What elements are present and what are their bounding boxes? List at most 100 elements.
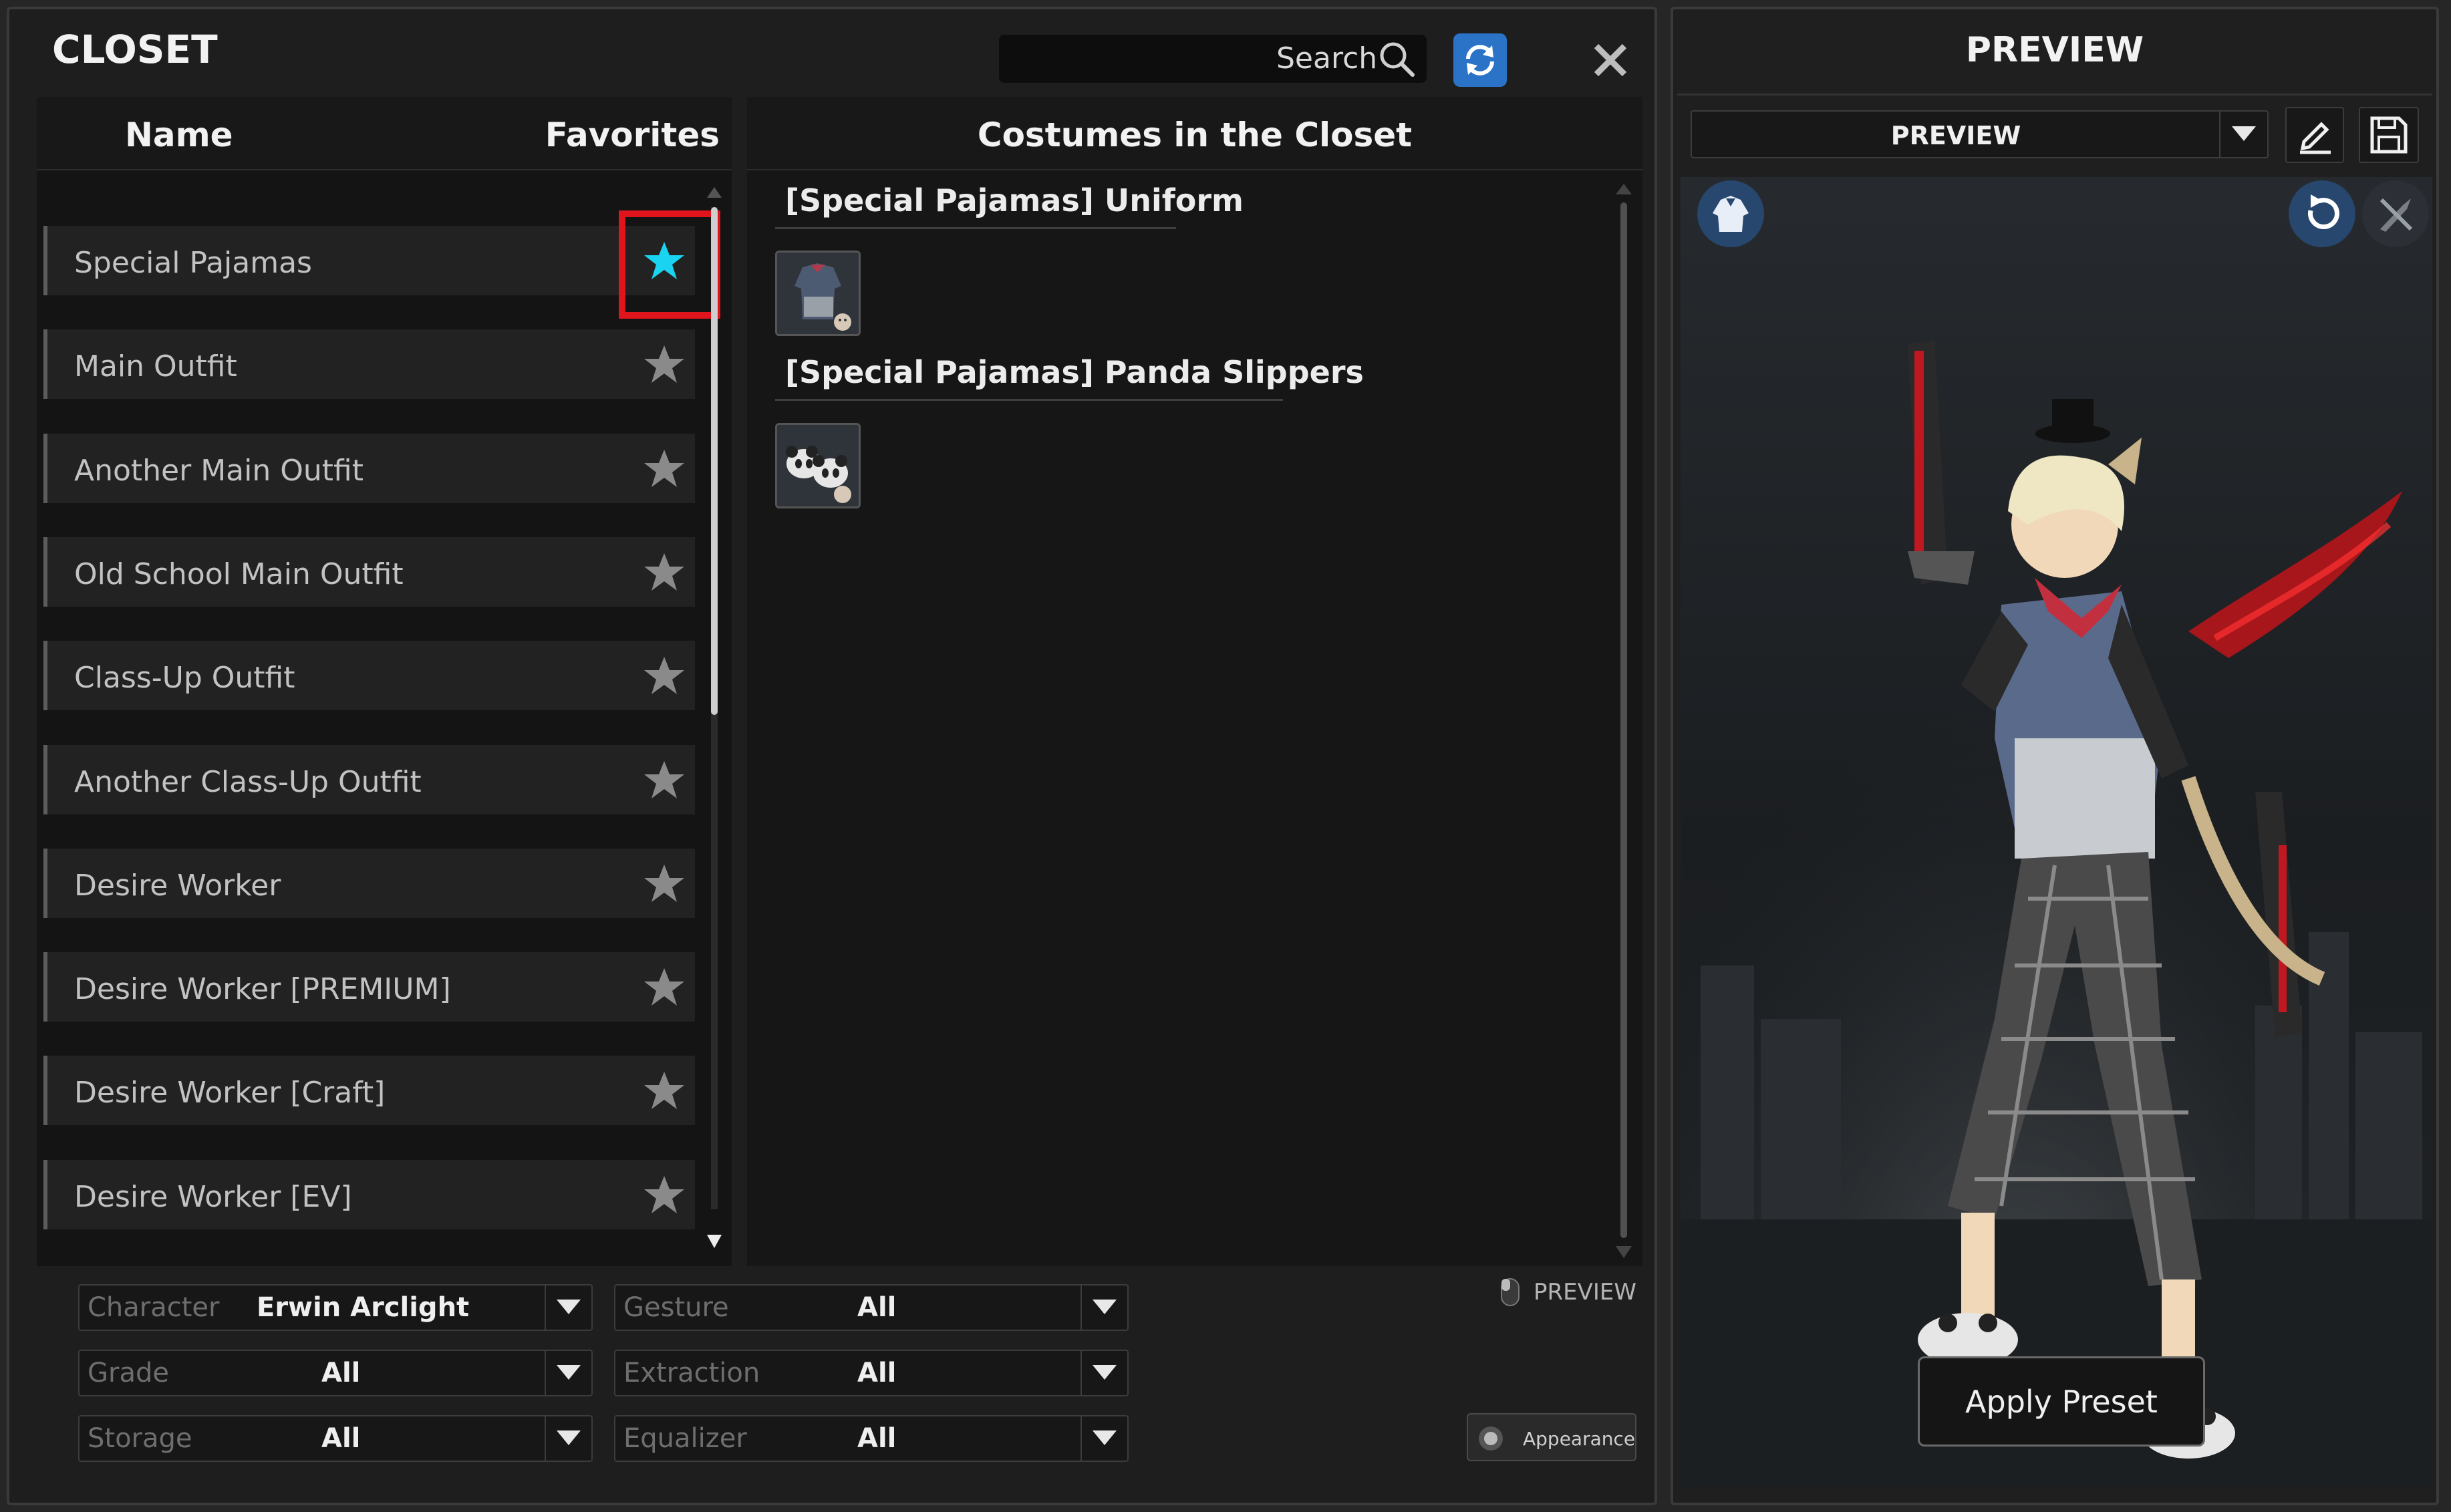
favorite-star-icon[interactable] (643, 343, 686, 386)
favorite-highlight-box (619, 210, 720, 319)
appearance-button[interactable]: Appearance (1467, 1413, 1636, 1461)
costumes-scrollbar[interactable] (1616, 184, 1632, 1259)
costume-title: [Special Pajamas] Panda Slippers (785, 354, 1364, 390)
outfit-row[interactable]: Desire Worker [PREMIUM] (43, 952, 695, 1022)
outfit-row[interactable]: Desire Worker [Craft] (43, 1056, 695, 1126)
save-preset-button[interactable] (2359, 107, 2419, 163)
costumes-header: Costumes in the Closet (747, 97, 1642, 170)
preset-select-value: PREVIEW (1890, 121, 2021, 150)
outfit-row[interactable]: Class-Up Outfit (43, 641, 695, 711)
character-preview-stage[interactable] (1681, 177, 2432, 1487)
hoodie-icon (1713, 196, 1749, 232)
chevron-down-icon[interactable] (1080, 1351, 1127, 1395)
filter-value: All (321, 1358, 361, 1388)
closet-title: CLOSET (52, 27, 218, 72)
filter-label: Gesture (623, 1292, 729, 1323)
outfit-row-label: Main Outfit (74, 349, 237, 384)
chevron-down-icon[interactable] (2219, 112, 2267, 157)
preview-toggle[interactable]: PREVIEW (1500, 1275, 1636, 1308)
favorite-star-icon[interactable] (643, 551, 686, 593)
costumes-panel (747, 97, 1642, 1266)
apply-preset-button[interactable]: Apply Preset (1918, 1356, 2205, 1447)
preview-preset-select[interactable]: PREVIEW (1691, 110, 2269, 158)
outfit-row[interactable]: Desire Worker [EV] (43, 1159, 695, 1229)
mouse-icon (1501, 1278, 1520, 1306)
gesture-filter[interactable]: Gesture All (614, 1284, 1129, 1331)
outfit-row[interactable]: Another Class-Up Outfit (43, 744, 695, 814)
outfit-list-scrollbar[interactable] (707, 187, 722, 1249)
filter-label: Storage (88, 1423, 192, 1454)
outfit-row-label: Another Class-Up Outfit (74, 764, 422, 799)
pajama-top-icon (777, 253, 859, 334)
weapon-toggle-button[interactable] (2362, 180, 2429, 247)
favorite-star-icon[interactable] (643, 965, 686, 1008)
storage-filter[interactable]: Storage All (78, 1415, 593, 1462)
panda-slippers-icon (777, 425, 859, 506)
close-button[interactable] (1584, 33, 1637, 87)
outfit-row-label: Another Main Outfit (74, 453, 364, 488)
list-column-header: Name Favorites (37, 97, 732, 170)
filter-value: Erwin Arclight (257, 1292, 470, 1323)
filter-value: All (321, 1423, 361, 1454)
search-icon[interactable] (1377, 39, 1417, 82)
chevron-down-icon[interactable] (545, 1286, 591, 1330)
outfit-row[interactable]: Another Main Outfit (43, 433, 695, 503)
divider (775, 227, 1176, 229)
outfit-row-label: Desire Worker [Craft] (74, 1076, 386, 1110)
name-column-header: Name (125, 116, 233, 154)
character-filter[interactable]: Character Erwin Arclight (78, 1284, 593, 1331)
costume-item-uniform[interactable] (775, 251, 861, 336)
outfit-row-label: Special Pajamas (74, 246, 312, 280)
favorites-column-header: Favorites (545, 116, 720, 154)
save-icon (2370, 116, 2408, 154)
divider (775, 399, 1283, 401)
outfit-row[interactable]: Main Outfit (43, 329, 695, 400)
outfit-row[interactable]: Special Pajamas (43, 226, 695, 295)
weapon-off-icon (2380, 198, 2413, 232)
rotate-icon (2308, 194, 2339, 230)
costumes-column-header: Costumes in the Closet (977, 116, 1413, 154)
extraction-filter[interactable]: Extraction All (614, 1350, 1129, 1396)
filter-value: All (857, 1423, 897, 1454)
favorite-star-icon[interactable] (643, 1173, 686, 1216)
costume-item-panda-slippers[interactable] (775, 423, 861, 508)
preview-toggle-label: PREVIEW (1534, 1279, 1636, 1306)
outfit-view-button[interactable] (1697, 180, 1764, 247)
outfit-row-label: Old School Main Outfit (74, 557, 404, 591)
equalizer-filter[interactable]: Equalizer All (614, 1415, 1129, 1462)
preview-title: PREVIEW (1965, 30, 2144, 70)
filter-label: Extraction (623, 1358, 760, 1388)
chevron-down-icon[interactable] (545, 1351, 591, 1395)
edit-preset-button[interactable] (2285, 107, 2344, 163)
filter-label: Grade (88, 1358, 169, 1388)
refresh-button[interactable] (1453, 33, 1507, 87)
character-render-image (1681, 177, 2432, 1487)
favorite-star-icon[interactable] (643, 1069, 686, 1112)
costume-title: [Special Pajamas] Uniform (785, 182, 1244, 218)
outfit-row[interactable]: Old School Main Outfit (43, 537, 695, 607)
filter-label: Character (88, 1292, 220, 1323)
outfit-row-label: Class-Up Outfit (74, 661, 295, 696)
reset-rotation-button[interactable] (2289, 180, 2355, 247)
outfit-row-label: Desire Worker (74, 868, 281, 903)
grade-filter[interactable]: Grade All (78, 1350, 593, 1396)
divider (1677, 94, 2432, 96)
filter-value: All (857, 1292, 897, 1323)
outfit-row-label: Desire Worker [PREMIUM] (74, 972, 451, 1007)
favorite-star-icon[interactable] (643, 862, 686, 905)
appearance-button-label: Appearance (1523, 1428, 1636, 1450)
favorite-star-icon[interactable] (643, 447, 686, 490)
refresh-icon (1466, 45, 1494, 75)
favorite-star-icon[interactable] (643, 758, 686, 801)
favorite-star-icon[interactable] (643, 654, 686, 697)
chevron-down-icon[interactable] (545, 1416, 591, 1461)
filter-label: Equalizer (623, 1423, 747, 1454)
pencil-icon (2300, 122, 2331, 154)
outfit-row[interactable]: Desire Worker (43, 848, 695, 918)
filter-value: All (857, 1358, 897, 1388)
outfit-row-label: Desire Worker [EV] (74, 1179, 352, 1214)
close-icon (1594, 43, 1627, 77)
appearance-icon (1479, 1426, 1503, 1451)
chevron-down-icon[interactable] (1080, 1286, 1127, 1330)
chevron-down-icon[interactable] (1080, 1416, 1127, 1461)
